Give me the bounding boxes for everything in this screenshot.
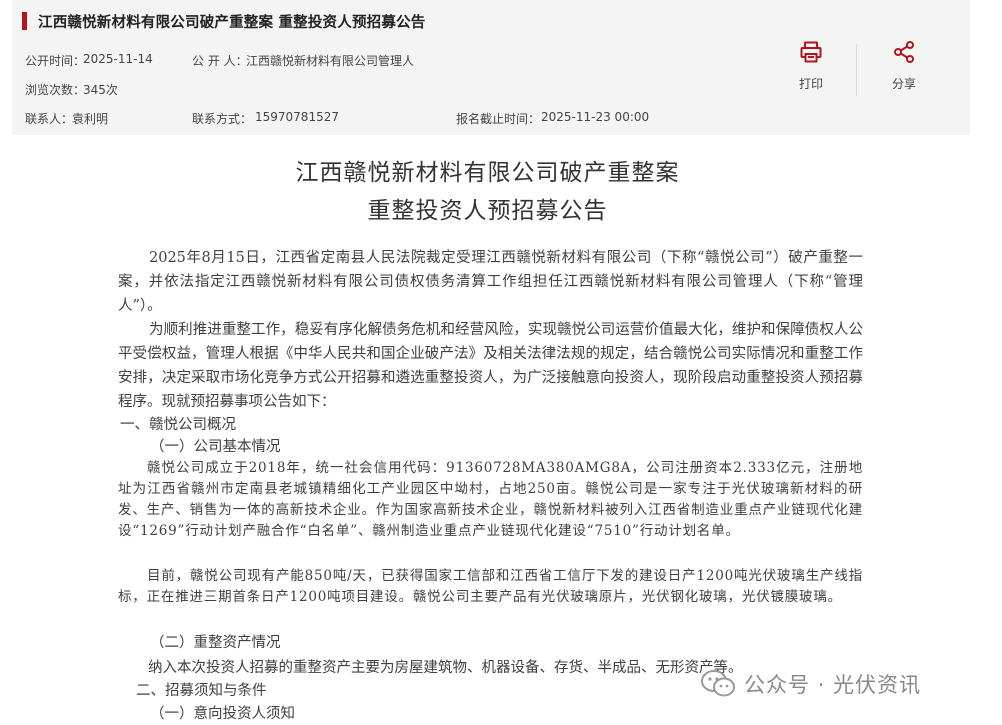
views-value: 345次 (83, 83, 118, 97)
document-title-line-1: 江西赣悦新材料有限公司破产重整案 (295, 160, 680, 186)
phone-label: 联系方式： (192, 112, 253, 126)
subsection-heading-assets: （二）重整资产情况 (150, 635, 281, 651)
share-icon (894, 41, 914, 63)
publish-time-value: 2025-11-14 (83, 52, 153, 66)
share-label: 分享 (891, 77, 916, 91)
publisher-value: 江西赣悦新材料有限公司管理人 (246, 54, 415, 68)
wechat-icon (701, 670, 735, 697)
announcement-title: 江西赣悦新材料有限公司破产重整案 重整投资人预招募公告 (38, 14, 426, 31)
share-button[interactable]: 分享 (884, 40, 924, 92)
announcement-meta-panel: 江西赣悦新材料有限公司破产重整案 重整投资人预招募公告 公开时间： 2025-1… (12, 0, 970, 135)
announcement-body: 江西赣悦新材料有限公司破产重整案 重整投资人预招募公告 2025年8月15日，江… (0, 135, 1002, 725)
section-heading-recruitment-terms: 二、招募须知与条件 (136, 683, 267, 699)
printer-icon (800, 41, 822, 63)
title-accent-bar (22, 12, 27, 30)
wechat-watermark: 公众号 · 光伏资讯 (700, 665, 921, 703)
paragraph-company-basic-info: 赣悦公司成立于2018年，统一社会信用代码：91360728MA380AMG8A… (118, 460, 863, 539)
subsection-heading-basic-info: （一）公司基本情况 (150, 439, 281, 455)
phone-value: 15970781527 (255, 110, 339, 124)
publisher-label: 公 开 人： (192, 54, 248, 68)
deadline-value: 2025-11-23 00:00 (541, 110, 650, 124)
document-title-line-2: 重整投资人预招募公告 (367, 198, 608, 224)
print-label: 打印 (798, 77, 823, 91)
print-button[interactable]: 打印 (791, 40, 831, 92)
deadline-label: 报名截止时间： (456, 112, 541, 126)
publish-time-label: 公开时间： (25, 54, 86, 68)
subsection-heading-investor-notice: （一）意向投资人须知 (150, 706, 295, 722)
contact-label: 联系人： (25, 112, 74, 126)
views-label: 浏览次数： (25, 83, 86, 97)
section-heading-company-overview: 一、赣悦公司概况 (120, 417, 236, 433)
watermark-text: 公众号 · 光伏资讯 (744, 673, 922, 697)
paragraph-production-capacity: 目前，赣悦公司现有产能850吨/天，已获得国家工信部和江西省工信厅下发的建设日产… (118, 568, 863, 605)
action-divider (856, 44, 857, 96)
contact-value: 袁利明 (72, 112, 109, 126)
paragraph-recruitment-purpose: 为顺利推进重整工作，稳妥有序化解债务危机和经营风险，实现赣悦公司运营价值最大化，… (118, 322, 863, 410)
announcement-title-row: 江西赣悦新材料有限公司破产重整案 重整投资人预招募公告 (22, 11, 425, 31)
paragraph-court-ruling: 2025年8月15日，江西省定南县人民法院裁定受理江西赣悦新材料有限公司（下称“… (118, 250, 863, 314)
